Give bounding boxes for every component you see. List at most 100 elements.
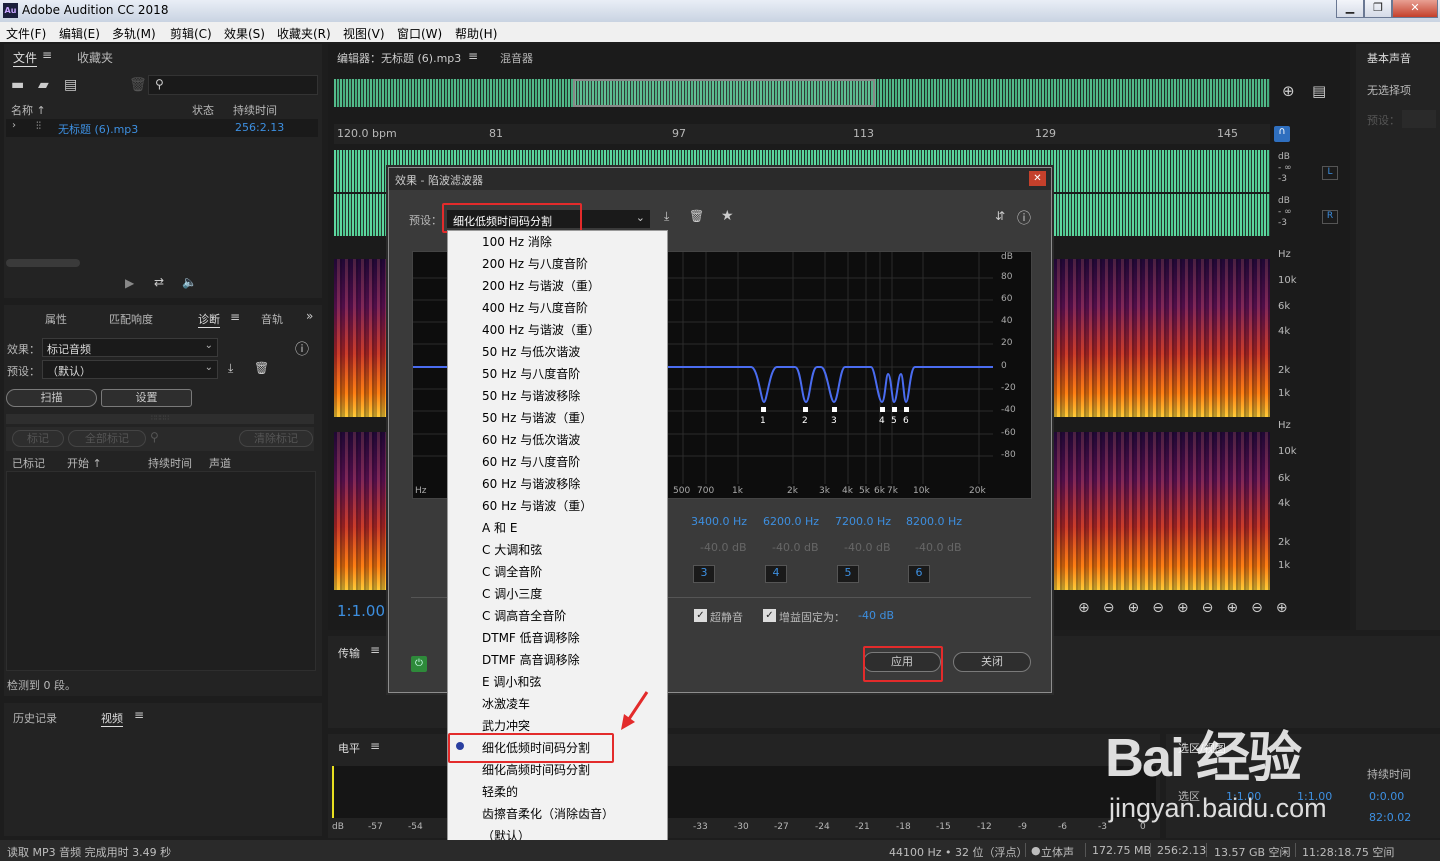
scrollbar[interactable] xyxy=(6,259,80,267)
effect-select[interactable]: 标记音频 ⌄ xyxy=(42,338,218,357)
import-icon[interactable]: ▰ xyxy=(38,77,49,93)
fixed-gain-value[interactable]: -40 dB xyxy=(858,609,894,622)
tab-files[interactable]: 文件 xyxy=(13,49,38,67)
fixed-gain-checkbox[interactable]: ✓ xyxy=(763,609,776,622)
tab-editor[interactable]: 编辑器：无标题 (6).mp3 xyxy=(337,50,461,66)
notch-marker-3[interactable]: 3 xyxy=(831,416,837,426)
file-row[interactable]: › ⫶⫶ 无标题 (6).mp3 256:2.13 xyxy=(6,119,318,137)
panel-menu-icon[interactable]: ≡ xyxy=(134,708,144,722)
play-icon[interactable]: ▶ xyxy=(125,276,134,290)
notch-marker-4[interactable]: 4 xyxy=(879,416,885,426)
notch-marker-1[interactable]: 1 xyxy=(760,416,766,426)
zoom-icon[interactable]: ⚲ xyxy=(150,430,159,444)
band4-freq[interactable]: 6200.0 Hz xyxy=(763,515,819,528)
col-status[interactable]: 状态 xyxy=(192,102,214,118)
minimize-button[interactable]: ▁ xyxy=(1336,0,1364,18)
preset-option[interactable]: 60 Hz 与谐波移除 xyxy=(482,473,580,495)
tab-favorites[interactable]: 收藏夹 xyxy=(77,49,113,66)
preset-option[interactable]: 60 Hz 与谐波（重） xyxy=(482,495,592,517)
band4-gain[interactable]: -40.0 dB xyxy=(772,541,819,554)
close-button[interactable]: 关闭 xyxy=(953,652,1031,672)
tab-match-loudness[interactable]: 匹配响度 xyxy=(109,311,153,327)
band3-freq[interactable]: 3400.0 Hz xyxy=(691,515,747,528)
preset-option[interactable]: 冰激凌车 xyxy=(482,693,530,715)
zoom-controls[interactable]: ⊕⊖⊕⊖⊕⊖⊕⊖⊕ xyxy=(1078,600,1301,616)
close-window-button[interactable]: ✕ xyxy=(1392,0,1438,18)
zoom-to-playhead-icon[interactable]: ⊕ xyxy=(1282,82,1295,100)
mark-all-button[interactable]: 全部标记 xyxy=(68,430,146,447)
notch-marker-5[interactable]: 5 xyxy=(891,416,897,426)
band3-toggle[interactable]: 3 xyxy=(693,565,715,583)
menu-clip[interactable]: 剪辑(C) xyxy=(170,25,212,42)
preset-option[interactable]: 50 Hz 与八度音阶 xyxy=(482,363,580,385)
panel-menu-icon[interactable]: ≡ xyxy=(468,49,478,63)
save-preset-icon[interactable]: ⤓ xyxy=(228,361,233,376)
menu-favorites[interactable]: 收藏夹(R) xyxy=(277,25,331,42)
panel-menu-icon[interactable]: ≡ xyxy=(230,310,240,324)
channel-r[interactable]: R xyxy=(1322,210,1338,224)
preset-option[interactable]: 400 Hz 与谐波（重） xyxy=(482,319,600,341)
preset-option[interactable]: DTMF 高音调移除 xyxy=(482,649,580,671)
new-file-icon[interactable]: ▤ xyxy=(64,77,77,93)
preset-dropdown-list[interactable]: 100 Hz 消除 200 Hz 与八度音阶 200 Hz 与谐波（重） 400… xyxy=(447,230,668,850)
view-duration[interactable]: 82:0.02 xyxy=(1369,811,1411,824)
search-input[interactable]: ⚲ xyxy=(148,75,318,95)
loop-icon[interactable]: ⇄ xyxy=(154,275,164,289)
expand-icon[interactable]: › xyxy=(12,120,16,131)
menu-multitrack[interactable]: 多轨(M) xyxy=(112,25,156,42)
tab-tracks[interactable]: 音轨 xyxy=(261,311,283,327)
col-duration[interactable]: 持续时间 xyxy=(148,455,192,471)
preset-option[interactable]: 轻柔的 xyxy=(482,781,518,803)
preset-option[interactable]: 100 Hz 消除 xyxy=(482,231,552,253)
current-time[interactable]: 1:1.00 xyxy=(337,602,385,620)
delete-preset-icon[interactable]: 🗑 xyxy=(254,361,269,375)
preset-select[interactable] xyxy=(1402,110,1436,128)
preset-select[interactable]: （默认） ⌄ xyxy=(42,360,218,379)
channel-l[interactable]: L xyxy=(1322,166,1338,180)
dialog-close-icon[interactable]: ✕ xyxy=(1029,171,1046,186)
settings-button[interactable]: 设置 xyxy=(101,389,192,407)
overview-viewport[interactable] xyxy=(573,79,875,107)
preset-option[interactable]: 400 Hz 与八度音阶 xyxy=(482,297,588,319)
preset-option[interactable]: C 大调和弦 xyxy=(482,539,542,561)
preset-option[interactable]: A 和 E xyxy=(482,517,517,539)
preset-option[interactable]: 50 Hz 与谐波移除 xyxy=(482,385,580,407)
clear-marks-button[interactable]: 清除标记 xyxy=(239,430,313,447)
menu-effects[interactable]: 效果(S) xyxy=(224,25,265,42)
favorite-star-icon[interactable]: ★ xyxy=(721,208,734,224)
open-folder-icon[interactable]: ▬ xyxy=(11,77,24,93)
tab-video[interactable]: 视频 xyxy=(101,710,123,727)
band5-freq[interactable]: 7200.0 Hz xyxy=(835,515,891,528)
menu-edit[interactable]: 编辑(E) xyxy=(59,25,100,42)
tab-history[interactable]: 历史记录 xyxy=(13,710,57,726)
delete-preset-icon[interactable]: 🗑 xyxy=(689,209,704,223)
collapse-bar[interactable]: ∷∷∷∷ xyxy=(6,414,314,424)
menu-file[interactable]: 文件(F) xyxy=(6,25,46,42)
panel-menu-icon[interactable]: ≡ xyxy=(42,48,52,62)
switch-icon[interactable]: ⇵ xyxy=(995,209,1005,223)
maximize-button[interactable]: ❐ xyxy=(1364,0,1392,18)
preset-option[interactable]: C 调全音阶 xyxy=(482,561,542,583)
selection-duration[interactable]: 0:0.00 xyxy=(1369,790,1404,803)
autoplay-icon[interactable]: 🔈 xyxy=(182,275,197,289)
menu-view[interactable]: 视图(V) xyxy=(343,25,385,42)
info-icon[interactable]: ⓘ xyxy=(1017,208,1031,228)
preset-option[interactable]: 60 Hz 与八度音阶 xyxy=(482,451,580,473)
power-icon[interactable]: ⏻ xyxy=(411,656,427,672)
preset-option[interactable]: 200 Hz 与八度音阶 xyxy=(482,253,588,275)
notch-marker-6[interactable]: 6 xyxy=(903,416,909,426)
tab-mixer[interactable]: 混音器 xyxy=(500,50,533,66)
scan-button[interactable]: 扫描 xyxy=(6,389,97,407)
col-duration[interactable]: 持续时间 xyxy=(233,102,277,118)
delete-icon[interactable]: 🗑 xyxy=(129,77,147,93)
tab-properties[interactable]: 属性 xyxy=(45,311,67,327)
panel-menu-icon[interactable]: ≡ xyxy=(370,643,380,657)
preset-option[interactable]: 齿擦音柔化（消除齿音） xyxy=(482,803,614,825)
menu-help[interactable]: 帮助(H) xyxy=(455,25,497,42)
preset-option[interactable]: C 调小三度 xyxy=(482,583,542,605)
col-start[interactable]: 开始 ↑ xyxy=(67,455,102,471)
preset-option[interactable]: C 调高音全音阶 xyxy=(482,605,566,627)
band6-gain[interactable]: -40.0 dB xyxy=(915,541,962,554)
panel-menu-icon[interactable]: ≡ xyxy=(370,739,380,753)
preset-option[interactable]: 60 Hz 与低次谐波 xyxy=(482,429,580,451)
